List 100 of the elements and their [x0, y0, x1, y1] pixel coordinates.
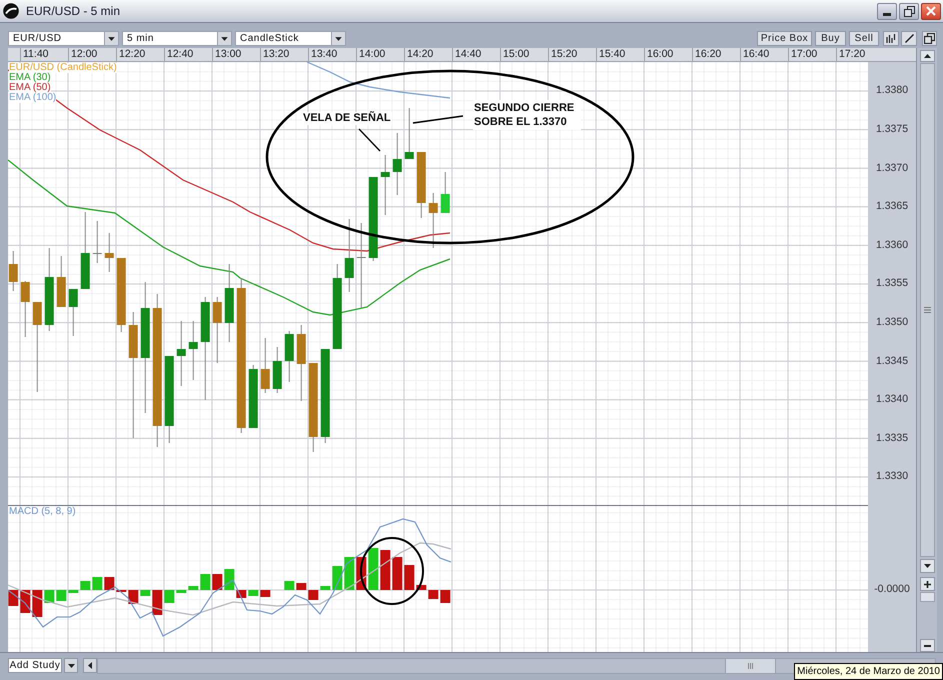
axis-value: -0.0000 [874, 583, 910, 596]
price-label: 1.3370 [876, 160, 908, 176]
chart-type-dropdown[interactable]: CandleStick [235, 31, 346, 46]
indicator-label: MACD (5, 8, 9) [9, 507, 76, 517]
triangle-up-icon [924, 54, 930, 58]
falling-candlestick [20, 280, 30, 338]
price-label: 1.3380 [876, 83, 908, 98]
rising-candlestick [272, 346, 282, 394]
doji-candlestick [92, 220, 102, 264]
time-label: 17:00 [790, 48, 818, 61]
histogram-bar [320, 586, 330, 590]
time-label: 12:40 [166, 48, 194, 61]
histogram-bar [56, 590, 66, 601]
histogram-bar [140, 590, 150, 596]
scrollbar-thumb[interactable] [725, 658, 776, 672]
time-label: 13:00 [214, 48, 242, 61]
zoom-handle[interactable] [920, 592, 934, 602]
restore-icon [924, 33, 935, 44]
time-label: 15:00 [502, 48, 530, 61]
histogram-bar [260, 590, 270, 597]
minimize-button[interactable] [877, 2, 897, 20]
rising-candlestick [440, 172, 450, 214]
price-label: 1.3360 [876, 238, 908, 253]
scrollbar-thumb[interactable] [920, 62, 934, 558]
histogram-bar [428, 590, 438, 599]
falling-candlestick [416, 152, 426, 218]
annotation-text: VELA DE SEÑAL [302, 112, 392, 125]
minus-icon [924, 644, 930, 647]
interval-dropdown[interactable]: 5 min [122, 31, 232, 46]
bars-icon [886, 34, 896, 43]
triangle-left-icon [88, 662, 92, 669]
time-label: 12:20 [118, 48, 146, 61]
caret-down-icon [331, 32, 345, 45]
price-box-button[interactable]: Price Box [757, 31, 812, 46]
caret-down-icon [104, 32, 118, 45]
falling-candlestick [428, 192, 438, 248]
rising-candlestick [404, 108, 414, 160]
time-label: 16:00 [646, 48, 674, 61]
zoom-in-button[interactable] [920, 577, 934, 592]
caret-down-icon [217, 32, 231, 45]
time-label: 14:20 [406, 48, 434, 61]
price-label: 1.3355 [876, 276, 908, 292]
scroll-down-button[interactable] [920, 559, 934, 574]
histogram-bar [188, 586, 198, 590]
histogram-bar [296, 583, 306, 590]
histogram-bar [176, 590, 186, 593]
rising-candlestick [68, 288, 78, 336]
close-button[interactable] [921, 2, 941, 20]
falling-candlestick [56, 256, 66, 308]
diagonal-line-icon [904, 34, 914, 43]
time-label: 13:20 [262, 48, 290, 61]
histogram-bar [80, 581, 90, 590]
line-tool-button[interactable] [901, 31, 917, 46]
price-label: 1.3330 [876, 469, 908, 484]
rising-candlestick [284, 330, 294, 382]
rising-candlestick [392, 132, 402, 196]
leader-line [358, 128, 380, 152]
rising-candlestick [248, 364, 258, 428]
time-label: 15:40 [598, 48, 626, 61]
sell-button[interactable]: Sell [849, 31, 879, 46]
price-label: 1.3345 [876, 354, 908, 369]
price-label: 1.3365 [876, 199, 908, 214]
rising-candlestick [188, 320, 198, 380]
date-tooltip: Miércoles, 24 de Marzo de 2010 [794, 663, 943, 680]
annotation-text: SEGUNDO CIERRE SOBRE EL 1.3370 [473, 100, 581, 130]
scroll-left-button[interactable] [83, 658, 97, 673]
bar-chart-button[interactable] [883, 31, 899, 46]
plus-icon [924, 580, 930, 588]
study-menu-button[interactable] [64, 658, 78, 673]
histogram-bar [68, 590, 78, 593]
falling-candlestick [212, 296, 222, 364]
time-label: 14:40 [454, 48, 482, 61]
legend-label: EMA (100) [9, 93, 56, 103]
falling-candlestick [104, 232, 114, 272]
time-label: 17:20 [838, 48, 866, 61]
histogram-bar [284, 581, 294, 590]
add-study-button[interactable]: Add Study [8, 658, 62, 673]
legend-label: EMA (50) [9, 83, 51, 93]
time-label: 12:00 [70, 48, 98, 61]
histogram-bar [440, 590, 450, 603]
histogram-bar [248, 590, 258, 596]
minimize-icon [883, 12, 891, 16]
time-label: 16:20 [694, 48, 722, 61]
sphere-icon [3, 3, 19, 19]
triangle-down-icon [924, 564, 930, 568]
leader-line [412, 115, 464, 124]
price-label: 1.3350 [876, 314, 908, 330]
symbol-dropdown[interactable]: EUR/USD [8, 31, 119, 46]
restore-button[interactable] [899, 2, 919, 20]
zoom-out-button[interactable] [920, 639, 934, 652]
time-label: 14:00 [358, 48, 386, 61]
buy-button[interactable]: Buy [815, 31, 846, 46]
rising-candlestick [176, 320, 186, 386]
scroll-up-button[interactable] [920, 50, 934, 62]
histogram-bar [92, 577, 102, 590]
time-label: 13:40 [310, 48, 338, 61]
grip-icon [924, 307, 930, 314]
annotation-circle [360, 537, 424, 605]
price-label: 1.3335 [876, 430, 908, 446]
detach-button[interactable] [922, 31, 937, 46]
